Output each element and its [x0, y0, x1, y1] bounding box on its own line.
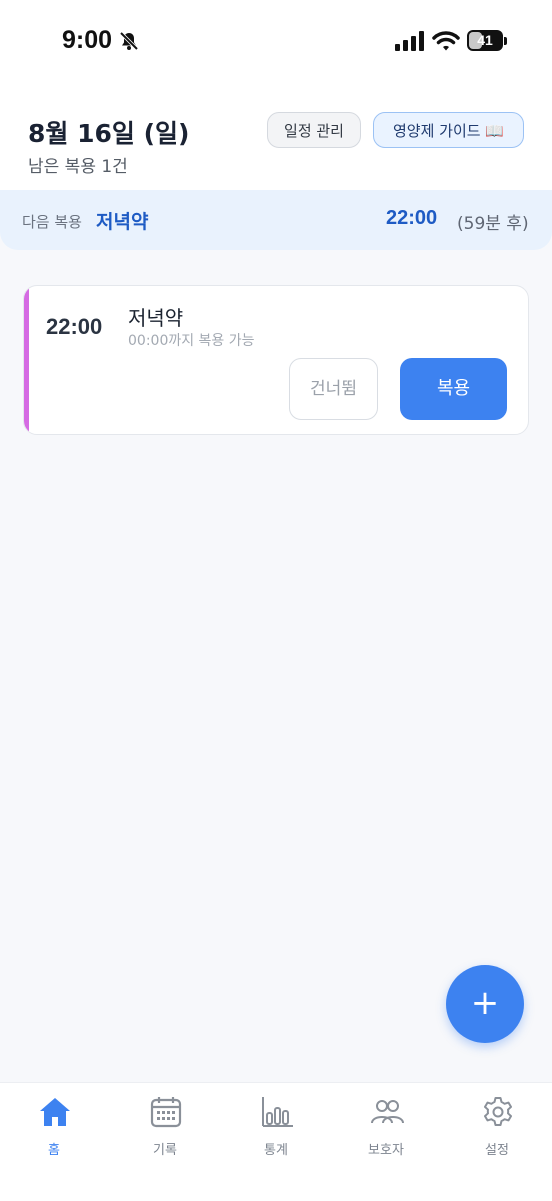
- schedule-manage-button[interactable]: 일정 관리: [267, 112, 361, 148]
- next-dose-label: 다음 복용: [22, 213, 82, 231]
- tab-records[interactable]: 기록: [115, 1093, 215, 1158]
- next-dose-countdown: (59분 후): [457, 214, 529, 234]
- dose-card: 22:00 저녁약 00:00까지 복용 가능 건너뜀 복용: [23, 285, 529, 435]
- gear-icon: [484, 1097, 512, 1126]
- supplement-guide-button[interactable]: 영양제 가이드 📖: [373, 112, 524, 148]
- tab-label-guardian: 보호자: [368, 1143, 404, 1158]
- dose-name: 저녁약: [128, 306, 184, 330]
- battery-tip: [504, 37, 507, 45]
- status-time: 9:00: [62, 26, 113, 54]
- tab-label-stats: 통계: [264, 1143, 288, 1158]
- tab-bar: 홈 기록 통계 보호자 설정: [0, 1082, 552, 1201]
- add-button[interactable]: +: [446, 965, 524, 1043]
- tab-guardian[interactable]: 보호자: [336, 1093, 436, 1158]
- dose-window: 00:00까지 복용 가능: [128, 333, 255, 349]
- skip-button[interactable]: 건너뜀: [289, 358, 378, 420]
- tab-label-home: 홈: [48, 1143, 60, 1158]
- tab-label-settings: 설정: [485, 1143, 509, 1158]
- tab-home[interactable]: 홈: [4, 1093, 104, 1158]
- dose-time: 22:00: [46, 314, 103, 339]
- home-icon: [40, 1098, 70, 1126]
- take-button[interactable]: 복용: [400, 358, 507, 420]
- battery-level: 41: [477, 32, 493, 48]
- calendar-icon: [150, 1097, 182, 1128]
- page-title: 8월 16일 (일): [28, 119, 190, 148]
- signal-icon: [395, 31, 424, 51]
- bar-chart-icon: [262, 1097, 293, 1127]
- tab-label-records: 기록: [153, 1143, 177, 1158]
- tab-settings[interactable]: 설정: [447, 1093, 547, 1158]
- header: 8월 16일 (일) 남은 복용 1건 일정 관리 영양제 가이드 📖: [0, 86, 552, 190]
- dose-accent-bar: [24, 286, 29, 434]
- plus-icon: +: [470, 983, 500, 1023]
- wifi-icon: [432, 31, 460, 51]
- status-bar: 9:00 41: [0, 0, 552, 86]
- people-icon: [371, 1100, 404, 1124]
- remaining-doses-text: 남은 복용 1건: [28, 157, 128, 177]
- bell-muted-icon: [119, 31, 139, 51]
- tab-stats[interactable]: 통계: [226, 1093, 326, 1158]
- next-dose-time: 22:00: [386, 207, 438, 229]
- next-dose-banner: 다음 복용 저녁약 22:00 (59분 후): [0, 190, 552, 250]
- battery-indicator: 41: [467, 30, 503, 51]
- next-dose-name: 저녁약: [96, 211, 149, 233]
